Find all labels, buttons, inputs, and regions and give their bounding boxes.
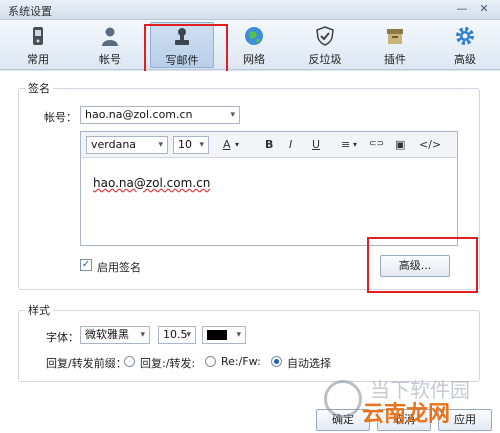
font-size-value: 10	[178, 138, 192, 151]
font-family-select[interactable]: verdana ▾	[86, 136, 168, 154]
color-select[interactable]: ▾	[202, 326, 246, 344]
prefix-option-label: 自动选择	[287, 357, 331, 370]
tab-account[interactable]: 帐号	[78, 22, 142, 68]
chevron-down-icon: ▾	[158, 140, 163, 150]
bold-button[interactable]: B	[265, 138, 273, 151]
box-icon	[387, 29, 403, 44]
size-select[interactable]: 10.5 ▾	[158, 326, 196, 344]
gear-icon	[456, 27, 474, 45]
apply-button[interactable]: 应用	[438, 409, 492, 431]
tab-network[interactable]: 网络	[222, 22, 286, 68]
phone-icon	[33, 27, 43, 45]
tab-label: 插件	[384, 53, 406, 66]
tab-advanced[interactable]: 高级	[433, 22, 497, 68]
enable-signature-label: 启用签名	[97, 261, 141, 274]
prefix-option-label: Re:/Fw:	[221, 355, 261, 368]
font-size-select[interactable]: 10 ▾	[173, 136, 209, 154]
prefix-label: 回复/转发前缀：	[46, 357, 127, 370]
window-title: 系统设置	[8, 5, 52, 18]
chevron-down-icon[interactable]: ▾	[235, 140, 239, 149]
globe-icon	[245, 27, 263, 45]
cancel-button[interactable]: 取消	[377, 409, 431, 431]
tab-label: 网络	[243, 53, 265, 66]
font-select[interactable]: 微软雅黑 ▾	[80, 326, 150, 344]
chevron-down-icon: ▾	[199, 140, 204, 150]
title-bar: 系统设置 — ✕	[0, 0, 500, 20]
size-value: 10.5	[163, 328, 188, 341]
account-value: hao.na@zol.com.cn	[85, 108, 193, 121]
chevron-down-icon: ▾	[186, 330, 191, 340]
tab-label: 常用	[27, 53, 49, 66]
tab-label: 帐号	[99, 53, 121, 66]
minimize-button[interactable]: —	[454, 2, 470, 16]
prefix-radio-english[interactable]	[205, 356, 216, 367]
align-icon[interactable]: ≡	[341, 138, 350, 151]
settings-toolbar: 常用 帐号 写邮件 网络 反垃圾 插件 高级	[0, 20, 500, 70]
chevron-down-icon: ▾	[230, 110, 235, 120]
color-swatch	[207, 330, 227, 340]
ok-button[interactable]: 确定	[316, 409, 370, 431]
text-color-button[interactable]: A	[223, 138, 231, 151]
settings-content: 签名 帐号： hao.na@zol.com.cn ▾ verdana ▾ 10 …	[0, 71, 500, 433]
signature-legend: 签名	[28, 82, 50, 95]
signature-advanced-button[interactable]: 高级...	[380, 255, 450, 277]
shield-icon	[316, 26, 334, 46]
tab-antispam[interactable]: 反垃圾	[293, 22, 357, 68]
chevron-down-icon: ▾	[236, 330, 241, 340]
image-icon[interactable]: ▣	[395, 138, 405, 151]
prefix-radio-auto[interactable]	[271, 356, 282, 367]
underline-button[interactable]: U	[312, 138, 320, 151]
user-icon	[102, 27, 118, 46]
chevron-down-icon[interactable]: ▾	[353, 140, 357, 149]
stamp-icon	[175, 28, 189, 45]
signature-text[interactable]: hao.na@zol.com.cn	[93, 176, 210, 190]
close-button[interactable]: ✕	[476, 2, 492, 16]
italic-button[interactable]: I	[289, 138, 292, 151]
font-family-value: verdana	[91, 138, 137, 151]
tab-plugins[interactable]: 插件	[363, 22, 427, 68]
tab-compose[interactable]: 写邮件	[150, 22, 214, 68]
tab-label: 写邮件	[165, 54, 199, 67]
tab-general[interactable]: 常用	[6, 22, 70, 68]
font-label: 字体：	[46, 331, 79, 344]
chevron-down-icon: ▾	[140, 330, 145, 340]
style-legend: 样式	[28, 304, 50, 317]
tab-label: 反垃圾	[308, 53, 342, 66]
prefix-option-label: 回复:/转发:	[140, 357, 196, 370]
editor-toolbar: verdana ▾ 10 ▾ A ▾ B I U ≡ ▾ ⊂⊃ ▣ </>	[81, 132, 457, 158]
account-select[interactable]: hao.na@zol.com.cn ▾	[80, 106, 240, 124]
code-icon[interactable]: </>	[419, 138, 441, 151]
font-value: 微软雅黑	[85, 328, 129, 341]
account-label: 帐号：	[44, 111, 77, 124]
enable-signature-checkbox[interactable]: ✓	[80, 259, 92, 271]
link-icon[interactable]: ⊂⊃	[369, 139, 384, 149]
tab-label: 高级	[454, 53, 476, 66]
signature-editor[interactable]: verdana ▾ 10 ▾ A ▾ B I U ≡ ▾ ⊂⊃ ▣ </> ha…	[80, 131, 458, 246]
prefix-radio-chinese[interactable]	[124, 356, 135, 367]
